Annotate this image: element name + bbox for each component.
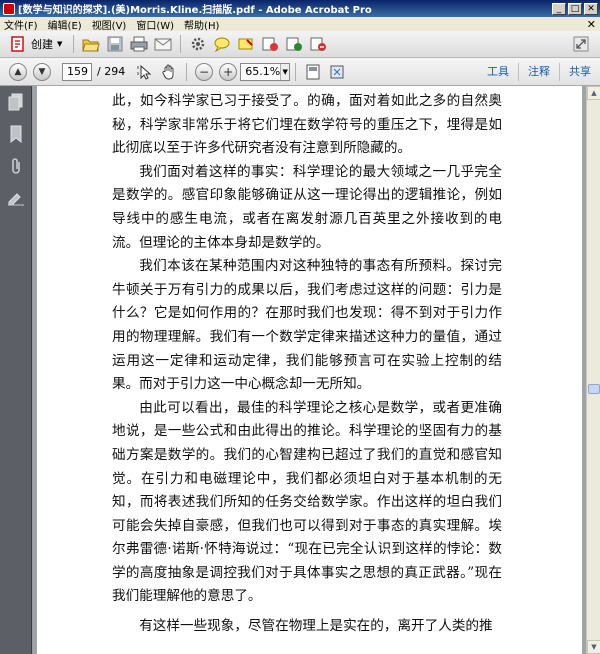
close-button[interactable]: ✕	[584, 2, 598, 15]
paragraph-4: 由此可以看出，最佳的科学理论之核心是数学，或者更准确地说，是一些公式和由此得出的…	[112, 399, 502, 605]
create-pdf-icon	[9, 35, 27, 53]
menu-edit[interactable]: 编辑(E)	[48, 17, 82, 32]
navigation-pane	[0, 86, 32, 654]
menu-bar: 文件(F) 编辑(E) 视图(V) 窗口(W) 帮助(H) ✕	[0, 17, 600, 32]
hand-tool-icon[interactable]	[160, 63, 178, 81]
menu-window[interactable]: 窗口(W)	[136, 17, 174, 32]
signatures-icon[interactable]	[0, 182, 32, 214]
title-bar: [数学与知识的探求].(美)Morris.Kline.扫描版.pdf - Ado…	[0, 0, 600, 17]
highlight-icon[interactable]	[237, 35, 255, 53]
maximize-button[interactable]: □	[568, 2, 582, 15]
pdf-page: 此，如今科学家已习于接受了。的确，面对着如此之多的自然奥秘，科学家非常乐于将它们…	[37, 86, 582, 654]
fit-page-icon[interactable]	[304, 63, 322, 81]
attach-icon[interactable]	[309, 35, 327, 53]
paragraph-2: 我们面对着这样的事实：科学理论的最大领域之一几乎完全是数学的。感官印象能够确证从…	[112, 163, 502, 251]
vertical-scrollbar[interactable]: ▲ ▼	[586, 86, 600, 654]
previous-page-button[interactable]: ▲	[9, 62, 27, 81]
page-text: 此，如今科学家已习于接受了。的确，面对着如此之多的自然奥秘，科学家非常乐于将它们…	[112, 90, 502, 639]
acrobat-app-icon	[3, 2, 15, 15]
scroll-down-button[interactable]: ▼	[587, 640, 600, 654]
scrollbar-thumb[interactable]	[588, 384, 600, 394]
page-thumbnails-icon[interactable]	[0, 86, 32, 118]
menu-view[interactable]: 视图(V)	[92, 17, 127, 32]
acrobat-window: [数学与知识的探求].(美)Morris.Kline.扫描版.pdf - Ado…	[0, 0, 600, 654]
window-title: [数学与知识的探求].(美)Morris.Kline.扫描版.pdf - Ado…	[18, 5, 372, 16]
create-label: 创建	[31, 38, 53, 51]
next-page-button[interactable]: ▼	[33, 62, 51, 81]
minimize-button[interactable]: _	[552, 2, 566, 15]
comment-icon[interactable]	[213, 35, 231, 53]
bookmarks-icon[interactable]	[0, 118, 32, 150]
zoom-out-button[interactable]: −	[195, 62, 214, 81]
page-total: / 294	[97, 65, 126, 78]
toolbar-separator	[295, 62, 297, 81]
print-icon[interactable]	[130, 35, 148, 53]
zoom-level-value: 65.1%	[245, 64, 281, 78]
create-button[interactable]: 创建 ▼	[6, 35, 62, 53]
toolbar-separator	[180, 35, 182, 53]
tab-tools[interactable]: 工具	[478, 63, 518, 81]
menu-file[interactable]: 文件(F)	[4, 17, 38, 32]
open-folder-icon[interactable]	[82, 35, 101, 53]
sign-icon[interactable]	[285, 35, 303, 53]
tab-comment[interactable]: 注释	[518, 62, 559, 81]
chevron-down-icon: ▼	[280, 63, 290, 80]
zoom-level-select[interactable]: 65.1% ▼	[240, 62, 291, 81]
toolbar-separator	[186, 62, 188, 81]
attachments-icon[interactable]	[0, 150, 32, 182]
select-tool-icon[interactable]	[136, 63, 154, 81]
paragraph-5: 有这样一些现象，尽管在物理上是实在的，离开了人类的推	[139, 618, 493, 635]
task-pane-tabs: 工具 注释 共享	[478, 62, 600, 81]
email-icon[interactable]	[154, 35, 172, 53]
zoom-in-button[interactable]: +	[219, 62, 238, 81]
paragraph-1: 此，如今科学家已习于接受了。的确，面对着如此之多的自然奥秘，科学家非常乐于将它们…	[112, 93, 502, 157]
expand-icon[interactable]	[572, 35, 590, 53]
scroll-up-button[interactable]: ▲	[587, 86, 600, 100]
tab-share[interactable]: 共享	[559, 62, 600, 81]
page-number-input[interactable]: 159	[62, 62, 92, 81]
close-document-icon[interactable]: ✕	[587, 18, 596, 31]
chevron-down-icon: ▼	[57, 40, 63, 48]
full-screen-icon[interactable]	[328, 63, 346, 81]
stamp-icon[interactable]	[261, 35, 279, 53]
navigation-toolbar: ▲ ▼ 159 / 294 − + 65.1% ▼ 工具 注释 共享	[0, 58, 600, 86]
document-viewport[interactable]: 此，如今科学家已习于接受了。的确，面对着如此之多的自然奥秘，科学家非常乐于将它们…	[33, 86, 586, 654]
save-icon[interactable]	[106, 35, 124, 53]
settings-icon[interactable]	[189, 35, 207, 53]
toolbar-separator	[73, 35, 75, 53]
main-toolbar: 创建 ▼	[0, 31, 600, 58]
paragraph-3: 我们本该在某种范围内对这种独特的事态有所预料。探讨完牛顿关于万有引力的成果以后，…	[112, 258, 502, 393]
menu-help[interactable]: 帮助(H)	[184, 17, 219, 32]
